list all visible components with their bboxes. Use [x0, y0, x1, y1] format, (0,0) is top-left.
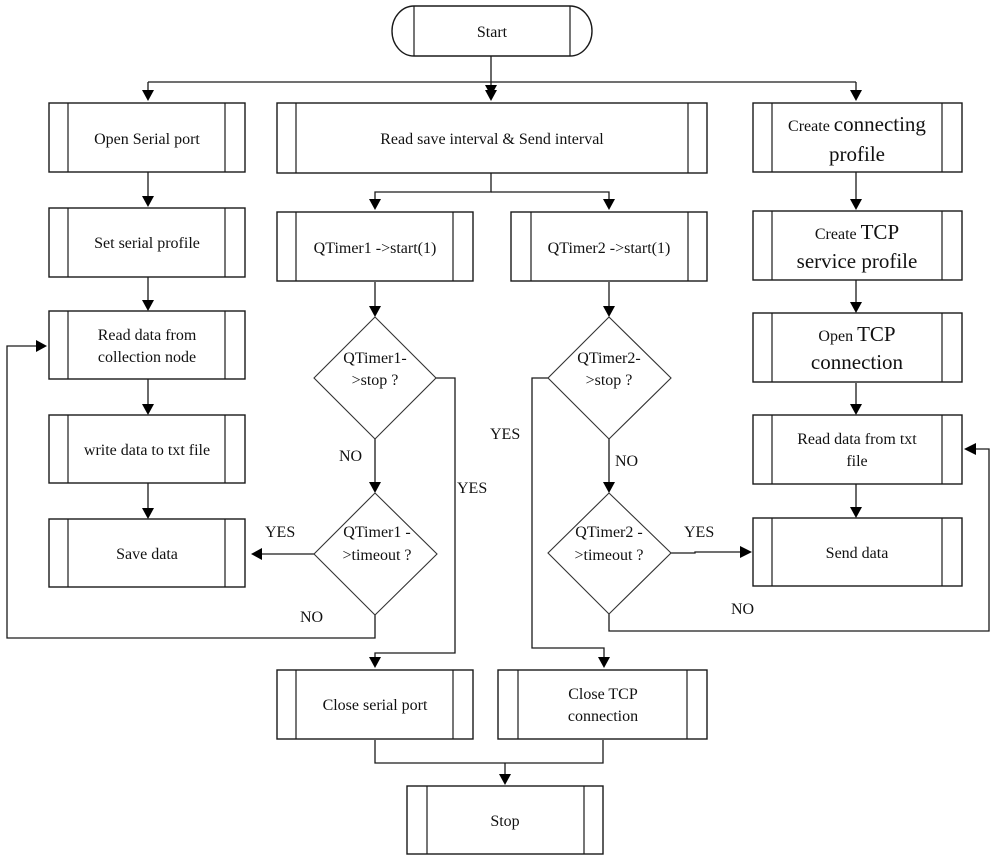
node-close-tcp-connection: Close TCP connection: [497, 669, 708, 740]
arrow-to-create-tcp: [850, 199, 862, 210]
label-q1-stop-yes: YES: [457, 480, 487, 497]
arrow-to-qtimer2-start: [603, 199, 615, 210]
stop-label: Stop: [490, 813, 519, 830]
label-q1-stop-no: NO: [339, 448, 362, 465]
arrow-to-save-data-side: [251, 548, 262, 560]
label-q1-timeout-no: NO: [300, 609, 323, 626]
edge-qtimer1-timeout-no: [6, 345, 376, 639]
arrow-to-read-txt: [850, 404, 862, 415]
arrow-to-qtimer1-timeout: [369, 482, 381, 493]
arrow-to-qtimer2-stop: [603, 306, 615, 317]
create-connecting-line2: profile: [829, 142, 885, 166]
arrow-to-write-txt: [142, 404, 154, 415]
qtimer2-timeout-line2: >timeout ?: [574, 547, 643, 564]
arrow-to-read-collection: [142, 300, 154, 311]
arrow-to-close-tcp: [598, 657, 610, 668]
edge-read-intervals-split-right: [491, 191, 610, 203]
qtimer2-timeout-line1: QTimer2 -: [575, 524, 642, 541]
send-data-label: Send data: [826, 545, 889, 562]
node-read-txt-file: Read data from txt file: [752, 414, 963, 485]
node-stop: Stop: [406, 785, 604, 855]
arrow-to-stop: [499, 774, 511, 785]
arrow-to-save-data: [142, 508, 154, 519]
qtimer1-start-label: QTimer1 ->start(1): [314, 240, 437, 257]
node-close-serial-port: Close serial port: [276, 669, 474, 740]
node-qtimer2-timeout-decision: QTimer2 - >timeout ?: [547, 492, 672, 615]
arrow-to-read-intervals: [485, 90, 497, 101]
qtimer2-stop-line1: QTimer2-: [577, 350, 640, 367]
close-tcp-line1: Close TCP: [568, 686, 638, 703]
node-read-intervals: Read save interval & Send interval: [276, 102, 708, 174]
label-q2-timeout-no: NO: [731, 601, 754, 618]
edge-labels: NO YES YES NO YES NO YES NO: [265, 426, 754, 626]
set-serial-label: Set serial profile: [94, 235, 200, 252]
arrow-to-qtimer1-stop: [369, 306, 381, 317]
qtimer2-start-label: QTimer2 ->start(1): [548, 240, 671, 257]
node-write-txt-file: write data to txt file: [48, 414, 246, 484]
qtimer1-stop-line1: QTimer1-: [343, 350, 406, 367]
close-tcp-line2: connection: [568, 708, 638, 725]
node-qtimer2-stop-decision: QTimer2- >stop ?: [547, 316, 672, 440]
qtimer1-timeout-line2: >timeout ?: [342, 547, 411, 564]
node-create-connecting-profile: Create connecting profile: [752, 102, 963, 173]
edge-close-serial-to-stop: [374, 740, 604, 764]
edge-qtimer2-timeout-yes: [670, 551, 742, 554]
label-q2-stop-yes: YES: [490, 426, 520, 443]
create-tcp-line2: service profile: [797, 249, 918, 273]
read-txt-line1: Read data from txt: [797, 431, 917, 448]
arrow-to-set-serial: [142, 196, 154, 207]
arrow-to-send-data: [850, 507, 862, 518]
node-start: Start: [391, 5, 593, 57]
write-txt-label: write data to txt file: [84, 442, 210, 459]
label-q2-timeout-yes: YES: [684, 524, 714, 541]
arrow-to-read-txt-side: [964, 443, 976, 455]
node-set-serial-profile: Set serial profile: [48, 207, 246, 278]
save-data-label: Save data: [116, 546, 178, 563]
qtimer1-stop-line2: >stop ?: [352, 372, 399, 389]
arrow-to-send-data-side: [740, 546, 752, 558]
flowchart-canvas: Start Open Serial port Read save interva…: [6, 5, 990, 855]
node-read-collection-node: Read data from collection node: [48, 310, 246, 380]
arrow-to-qtimer1-start: [369, 199, 381, 210]
arrow-to-close-serial: [369, 657, 381, 668]
node-save-data: Save data: [48, 518, 246, 588]
node-qtimer1-timeout-decision: QTimer1 - >timeout ?: [313, 492, 438, 616]
node-send-data: Send data: [752, 517, 963, 587]
open-tcp-line2: connection: [811, 350, 904, 374]
edge-read-intervals-split: [374, 173, 492, 203]
node-open-tcp-connection: Open TCP connection: [752, 312, 963, 383]
arrow-to-open-tcp: [850, 302, 862, 313]
close-serial-label: Close serial port: [323, 697, 428, 714]
qtimer2-stop-line2: >stop ?: [586, 372, 633, 389]
node-qtimer1-start: QTimer1 ->start(1): [276, 211, 474, 282]
open-serial-label: Open Serial port: [94, 131, 200, 148]
arrow-to-open-serial: [142, 90, 154, 101]
node-qtimer1-stop-decision: QTimer1- >stop ?: [313, 316, 437, 440]
label-q1-timeout-yes: YES: [265, 524, 295, 541]
label-q2-stop-no: NO: [615, 453, 638, 470]
arrow-to-qtimer2-timeout: [603, 482, 615, 493]
qtimer1-timeout-line1: QTimer1 -: [343, 524, 410, 541]
start-label: Start: [477, 24, 508, 41]
read-collection-line1: Read data from: [98, 327, 197, 344]
node-qtimer2-start: QTimer2 ->start(1): [510, 211, 708, 282]
read-intervals-label: Read save interval & Send interval: [380, 131, 604, 148]
arrow-to-create-connecting: [850, 90, 862, 101]
node-open-serial-port: Open Serial port: [48, 102, 246, 173]
read-txt-line2: file: [846, 453, 867, 470]
arrow-to-read-collection-side: [36, 340, 47, 352]
node-create-tcp-service-profile: Create TCP service profile: [752, 210, 963, 281]
read-collection-line2: collection node: [98, 349, 196, 366]
